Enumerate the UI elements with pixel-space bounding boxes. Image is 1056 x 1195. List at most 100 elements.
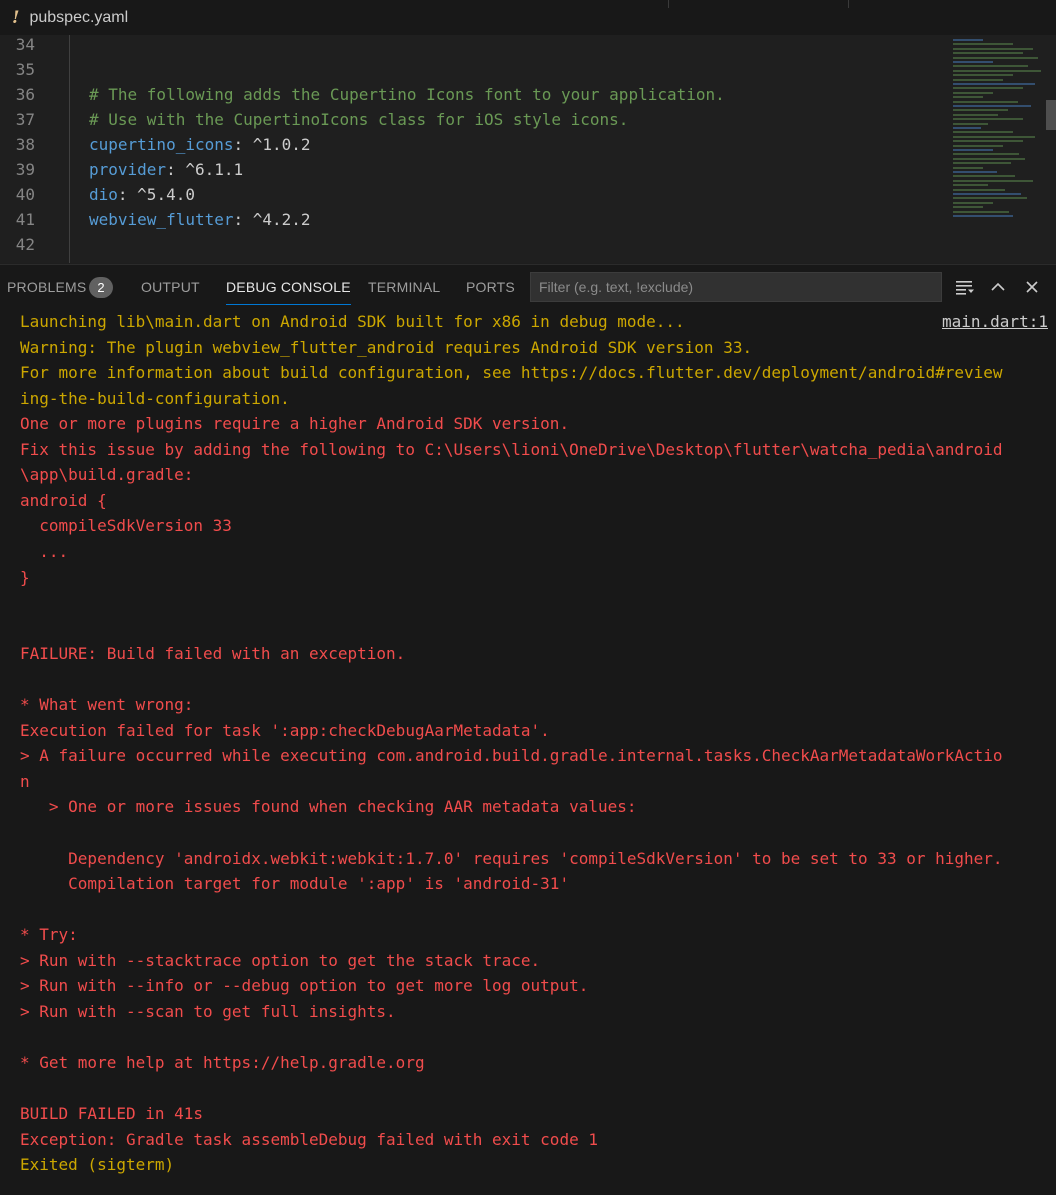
console-line: Dependency 'androidx.webkit:webkit:1.7.0… <box>20 848 1003 868</box>
minimap-line <box>953 131 1013 134</box>
console-line: > Run with --info or --debug option to g… <box>20 976 589 996</box>
code-editor[interactable]: 34 35 36 # The following adds the Cupertino… <box>0 35 1056 263</box>
editor-tab-bar: ! pubspec.yaml <box>0 0 1056 36</box>
console-line: android { <box>20 490 107 510</box>
minimap-line <box>953 140 1023 143</box>
minimap-line <box>953 206 983 209</box>
console-line: \app\build.gradle: <box>20 465 194 485</box>
yaml-separator: : <box>117 185 138 204</box>
console-line: * Get more help at https://help.gradle.o… <box>20 1052 425 1072</box>
line-number: 37 <box>15 110 35 129</box>
console-line: Execution failed for task ':app:checkDeb… <box>20 720 550 740</box>
tab-problems[interactable]: PROBLEMS <box>7 265 86 309</box>
minimap-line <box>953 87 1023 90</box>
console-line: > A failure occurred while executing com… <box>20 746 1003 766</box>
minimap-line <box>953 215 1013 217</box>
code-comment: # The following adds the Cupertino Icons… <box>89 85 725 104</box>
tab-debug-console-label: DEBUG CONSOLE <box>226 279 351 295</box>
tab-output-label: OUTPUT <box>141 279 200 295</box>
tab-terminal[interactable]: TERMINAL <box>368 265 440 309</box>
line-number: 42 <box>15 235 35 254</box>
debug-console-output[interactable]: main.dart:1 Launching lib\main.dart on A… <box>0 309 1056 1195</box>
console-line: ... <box>20 541 69 561</box>
minimap-line <box>953 127 981 129</box>
code-line: 34 <box>0 35 940 57</box>
minimap-line <box>953 197 1027 200</box>
editor-tab-label: pubspec.yaml <box>29 8 129 26</box>
minimap-line <box>953 96 983 99</box>
code-comment: # Use with the CupertinoIcons class for … <box>89 110 629 129</box>
yaml-separator: : <box>166 160 186 179</box>
minimap-line <box>953 69 1041 72</box>
console-line: > Run with --scan to get full insights. <box>20 1001 396 1021</box>
line-code: # Use with the CupertinoIcons class for … <box>89 107 628 132</box>
code-line: 42 <box>0 232 940 257</box>
minimap[interactable] <box>953 35 1043 225</box>
line-code: dio: ^5.4.0 <box>89 182 195 207</box>
minimap-line <box>953 179 1033 182</box>
tab-divider <box>848 0 849 8</box>
editor-tab-pubspec[interactable]: ! pubspec.yaml <box>0 0 670 35</box>
console-line: Exited (sigterm) <box>20 1155 175 1175</box>
minimap-line <box>953 184 988 187</box>
line-number: 35 <box>15 60 35 79</box>
list-filter-icon[interactable] <box>953 275 977 299</box>
source-link[interactable]: main.dart:1 <box>942 309 1048 334</box>
yaml-value: ^4.2.2 <box>252 210 311 229</box>
close-icon[interactable] <box>1020 275 1044 299</box>
minimap-line <box>953 162 1011 165</box>
yaml-key: provider <box>89 160 167 179</box>
editor-scrollbar[interactable] <box>1046 100 1056 130</box>
minimap-line <box>953 171 997 173</box>
minimap-line <box>953 210 1009 213</box>
console-line: Warning: The plugin webview_flutter_andr… <box>20 337 753 357</box>
panel-tab-bar: PROBLEMS 2 OUTPUT DEBUG CONSOLE TERMINAL… <box>0 265 1056 309</box>
console-line: * What went wrong: <box>20 695 194 715</box>
minimap-line <box>953 78 1003 81</box>
minimap-line <box>953 149 993 151</box>
tab-ports[interactable]: PORTS <box>466 265 515 309</box>
minimap-line <box>953 175 1015 178</box>
minimap-line <box>953 65 1028 68</box>
tab-ports-label: PORTS <box>466 279 515 295</box>
minimap-line <box>953 61 993 63</box>
code-line: 40 dio: ^5.4.0 <box>0 182 940 207</box>
console-line: n <box>20 771 30 791</box>
minimap-line <box>953 166 983 169</box>
console-line: } <box>20 567 30 587</box>
code-line: 39 provider: ^6.1.1 <box>0 157 940 182</box>
minimap-line <box>953 56 1038 59</box>
minimap-line <box>953 144 1003 147</box>
console-line: Fix this issue by adding the following t… <box>20 439 1003 459</box>
filter-input[interactable] <box>531 273 941 301</box>
tab-debug-console[interactable]: DEBUG CONSOLE <box>226 265 351 309</box>
line-number: 38 <box>15 135 35 154</box>
console-filter <box>530 272 942 302</box>
minimap-line <box>953 188 1005 191</box>
console-line: compileSdkVersion 33 <box>20 516 232 536</box>
minimap-line <box>953 201 993 204</box>
line-number: 39 <box>15 160 35 179</box>
console-line: BUILD FAILED in 41s <box>20 1104 204 1124</box>
minimap-line <box>953 47 1033 50</box>
minimap-line <box>953 91 993 94</box>
warning-icon: ! <box>12 7 20 28</box>
minimap-line <box>953 193 1021 195</box>
tab-divider <box>668 0 669 8</box>
code-line: 35 <box>0 57 940 82</box>
chevron-up-icon[interactable] <box>986 275 1010 299</box>
yaml-key: cupertino_icons <box>89 135 234 154</box>
console-line: One or more plugins require a higher And… <box>20 414 570 434</box>
line-code: webview_flutter: ^4.2.2 <box>89 207 311 232</box>
minimap-line <box>953 157 1025 160</box>
console-line: * Try: <box>20 925 78 945</box>
line-number: 41 <box>15 210 35 229</box>
yaml-key: dio <box>89 185 118 204</box>
yaml-separator: : <box>233 210 253 229</box>
line-number: 40 <box>15 185 35 204</box>
minimap-line <box>953 122 988 125</box>
tab-output[interactable]: OUTPUT <box>141 265 200 309</box>
code-line: 36 # The following adds the Cupertino Ico… <box>0 82 940 107</box>
console-line: Exception: Gradle task assembleDebug fai… <box>20 1129 598 1149</box>
yaml-key: webview_flutter <box>89 210 234 229</box>
